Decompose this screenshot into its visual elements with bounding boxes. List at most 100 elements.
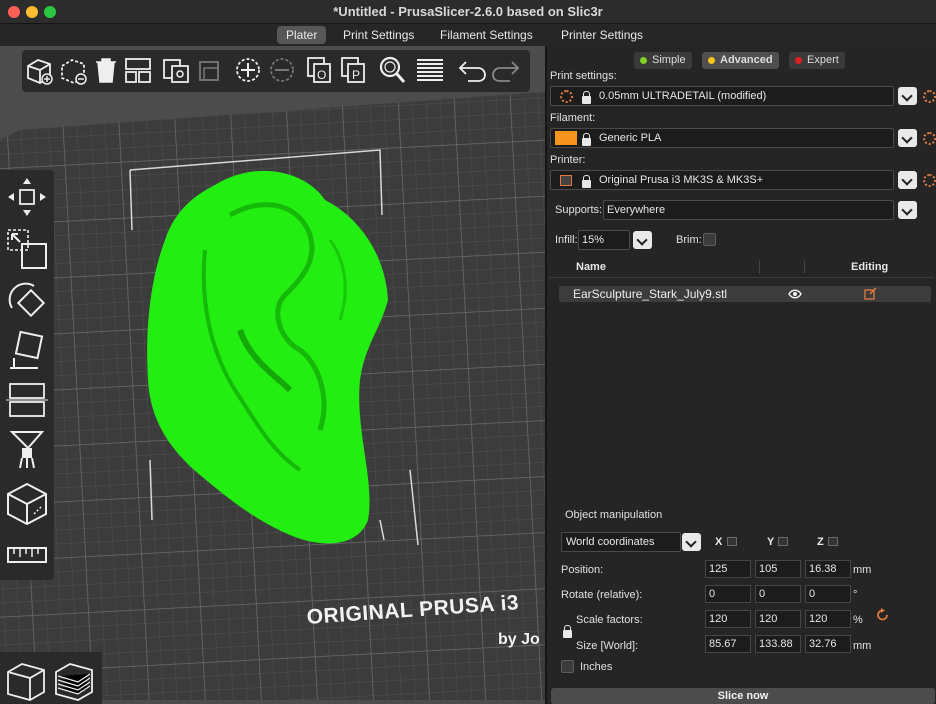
redo-icon[interactable] bbox=[490, 54, 522, 86]
paste-icon[interactable] bbox=[194, 54, 226, 86]
filament-value: Generic PLA bbox=[599, 132, 662, 144]
scale-z-input[interactable]: 120 bbox=[805, 610, 851, 628]
layer-editing-icon[interactable] bbox=[414, 54, 446, 86]
supports-combo[interactable]: Everywhere bbox=[603, 200, 894, 220]
mode-expert-button[interactable]: Expert bbox=[789, 52, 845, 69]
advanced-dot-icon bbox=[708, 57, 715, 64]
position-x-input[interactable]: 125 bbox=[705, 560, 751, 578]
filament-dropdown[interactable] bbox=[898, 129, 917, 147]
size-unit: mm bbox=[853, 640, 872, 652]
rotate-unit: ° bbox=[853, 589, 858, 601]
size-z-input[interactable]: 32.76 bbox=[805, 635, 851, 653]
size-y-input[interactable]: 133.88 bbox=[755, 635, 801, 653]
brim-checkbox[interactable] bbox=[703, 233, 716, 246]
position-y-input[interactable]: 105 bbox=[755, 560, 801, 578]
settings-sidebar: Simple Advanced Expert Print settings: 0… bbox=[545, 46, 936, 704]
infill-combo[interactable]: 15% bbox=[578, 230, 630, 250]
rotate-x-input[interactable]: 0 bbox=[705, 585, 751, 603]
infill-value: 15% bbox=[582, 234, 605, 246]
split-objects-icon[interactable]: O bbox=[304, 54, 336, 86]
add-object-icon[interactable] bbox=[24, 54, 56, 86]
tab-plater[interactable]: Plater bbox=[277, 26, 327, 44]
add-instance-icon[interactable] bbox=[232, 54, 264, 86]
scale-icon[interactable] bbox=[4, 226, 50, 272]
search-icon[interactable] bbox=[376, 54, 408, 86]
seam-painting-icon[interactable] bbox=[4, 480, 50, 526]
filament-edit-icon[interactable] bbox=[923, 132, 936, 145]
mode-simple-button[interactable]: Simple bbox=[634, 52, 692, 69]
axis-z-label: Z bbox=[817, 536, 824, 548]
3d-view-icon[interactable] bbox=[4, 658, 48, 702]
title-bar: *Untitled - PrusaSlicer-2.6.0 based on S… bbox=[0, 0, 936, 24]
remove-instance-icon[interactable] bbox=[266, 54, 298, 86]
infill-label: Infill: bbox=[555, 234, 578, 246]
coordinates-dropdown[interactable] bbox=[682, 533, 701, 551]
column-editing-header[interactable]: Editing bbox=[851, 261, 888, 273]
object-list-item[interactable]: EarSculpture_Stark_July9.stl bbox=[559, 286, 931, 302]
printer-edit-icon[interactable] bbox=[923, 174, 936, 187]
position-z-input[interactable]: 16.38 bbox=[805, 560, 851, 578]
object-list-header: Name Editing bbox=[549, 258, 934, 278]
gizmo-toolbar bbox=[0, 170, 54, 580]
lock-icon bbox=[582, 133, 591, 146]
scale-y-input[interactable]: 120 bbox=[755, 610, 801, 628]
axis-y-icon bbox=[778, 537, 788, 546]
lock-icon bbox=[582, 91, 591, 104]
tab-print-settings[interactable]: Print Settings bbox=[334, 26, 423, 44]
rotate-icon[interactable] bbox=[4, 278, 50, 324]
arrange-icon[interactable] bbox=[122, 54, 154, 86]
inches-checkbox[interactable] bbox=[561, 660, 574, 673]
edit-icon[interactable] bbox=[864, 287, 877, 300]
svg-text:P: P bbox=[352, 68, 360, 82]
print-settings-label: Print settings: bbox=[550, 70, 617, 82]
tab-printer-settings[interactable]: Printer Settings bbox=[552, 26, 652, 44]
print-settings-edit-icon[interactable] bbox=[923, 90, 936, 103]
filament-color-swatch bbox=[555, 131, 577, 145]
delete-all-icon[interactable] bbox=[90, 54, 122, 86]
svg-text:O: O bbox=[317, 68, 326, 82]
object-name: EarSculpture_Stark_July9.stl bbox=[573, 287, 728, 301]
view-toolbar bbox=[0, 652, 102, 704]
rotate-z-input[interactable]: 0 bbox=[805, 585, 851, 603]
supports-label: Supports: bbox=[555, 204, 603, 216]
uniform-scale-lock-icon[interactable] bbox=[563, 625, 572, 638]
mode-advanced-label: Advanced bbox=[720, 54, 773, 66]
inches-label: Inches bbox=[580, 661, 613, 673]
rotate-label: Rotate (relative): bbox=[561, 589, 643, 601]
split-parts-icon[interactable]: P bbox=[338, 54, 370, 86]
infill-dropdown[interactable] bbox=[633, 231, 652, 249]
measure-icon[interactable] bbox=[4, 532, 50, 578]
filament-combo[interactable]: Generic PLA bbox=[550, 128, 894, 148]
preview-layers-icon[interactable] bbox=[52, 658, 96, 702]
eye-icon[interactable] bbox=[788, 288, 802, 300]
cut-icon[interactable] bbox=[4, 376, 50, 422]
column-name-header[interactable]: Name bbox=[576, 261, 606, 273]
place-on-face-icon[interactable] bbox=[4, 328, 50, 374]
lock-icon bbox=[582, 175, 591, 188]
mode-advanced-button[interactable]: Advanced bbox=[702, 52, 779, 69]
3d-viewport[interactable]: O P ORIGINAL PRUSA i3 by Jo bbox=[0, 46, 545, 704]
coordinates-combo[interactable]: World coordinates bbox=[561, 532, 681, 552]
rotate-y-input[interactable]: 0 bbox=[755, 585, 801, 603]
position-unit: mm bbox=[853, 564, 872, 576]
scale-x-input[interactable]: 120 bbox=[705, 610, 751, 628]
size-x-input[interactable]: 85.67 bbox=[705, 635, 751, 653]
printer-value: Original Prusa i3 MK3S & MK3S+ bbox=[599, 174, 764, 186]
delete-object-icon[interactable] bbox=[58, 54, 90, 86]
supports-value: Everywhere bbox=[607, 204, 666, 216]
undo-icon[interactable] bbox=[456, 54, 488, 86]
tab-bar: Plater Print Settings Filament Settings … bbox=[0, 24, 936, 46]
reset-scale-icon[interactable] bbox=[876, 608, 890, 622]
print-settings-dropdown[interactable] bbox=[898, 87, 917, 105]
paint-supports-icon[interactable] bbox=[4, 426, 50, 472]
move-icon[interactable] bbox=[4, 174, 50, 220]
supports-dropdown[interactable] bbox=[898, 201, 917, 219]
tab-filament-settings[interactable]: Filament Settings bbox=[431, 26, 542, 44]
copy-icon[interactable] bbox=[160, 54, 192, 86]
window-title: *Untitled - PrusaSlicer-2.6.0 based on S… bbox=[333, 4, 603, 19]
slice-now-button[interactable]: Slice now bbox=[551, 688, 935, 704]
printer-dropdown[interactable] bbox=[898, 171, 917, 189]
printer-combo[interactable]: Original Prusa i3 MK3S & MK3S+ bbox=[550, 170, 894, 190]
print-settings-combo[interactable]: 0.05mm ULTRADETAIL (modified) bbox=[550, 86, 894, 106]
axis-x-label: X bbox=[715, 536, 723, 548]
